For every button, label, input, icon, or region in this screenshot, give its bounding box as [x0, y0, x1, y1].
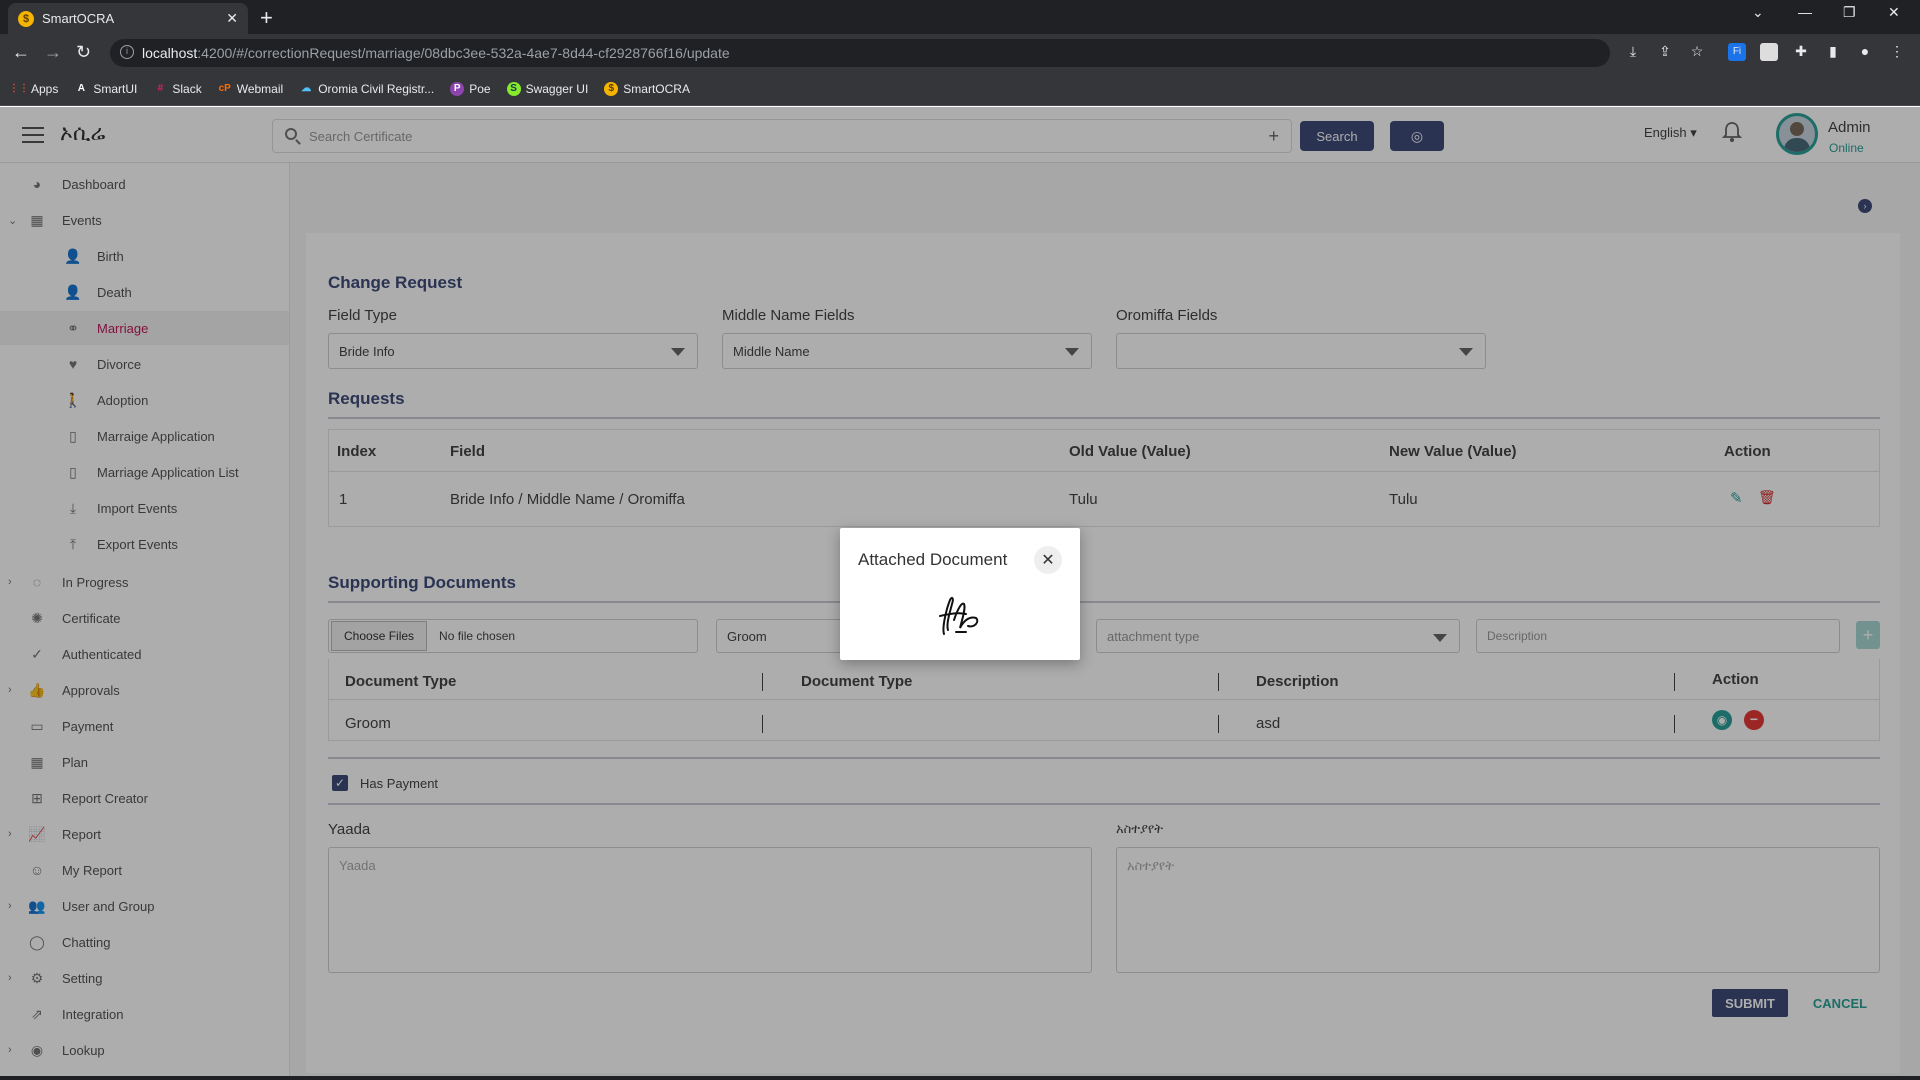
side-panel-icon[interactable]: ▮ [1824, 43, 1842, 61]
site-info-icon[interactable]: i [120, 45, 134, 59]
close-icon[interactable]: ✕ [1034, 546, 1062, 574]
bookmark-oromia[interactable]: ☁ Oromia Civil Registr... [299, 82, 434, 96]
tab-close-icon[interactable]: ✕ [226, 10, 238, 27]
back-icon[interactable]: ← [12, 42, 30, 63]
apps-grid-icon: ⋮⋮ [9, 83, 29, 94]
bottom-edge [0, 1076, 1920, 1080]
tab-search-icon[interactable]: ⌄ [1752, 4, 1764, 21]
forward-icon[interactable]: → [44, 42, 62, 63]
bookmark-webmail[interactable]: cP Webmail [218, 82, 284, 96]
bookmark-slack[interactable]: # Slack [153, 82, 202, 96]
bookmark-smartocra[interactable]: $ SmartOCRA [604, 81, 690, 96]
browser-tab[interactable]: $ SmartOCRA ✕ [8, 3, 248, 34]
smartocra-icon: $ [604, 81, 619, 96]
poe-icon: P [450, 81, 465, 96]
bookmark-apps[interactable]: ⋮⋮ Apps [9, 82, 58, 96]
reload-icon[interactable]: ↻ [76, 42, 91, 63]
attached-document-modal: Attached Document ✕ [840, 528, 1080, 660]
signature-image [939, 596, 979, 635]
restore-icon[interactable]: ❐ [1843, 4, 1856, 21]
star-icon[interactable]: ☆ [1688, 43, 1706, 61]
share-icon[interactable]: ⇪ [1656, 43, 1674, 61]
url-input[interactable]: i localhost:4200/#/correctionRequest/mar… [110, 39, 1610, 67]
new-tab-icon[interactable]: + [260, 5, 273, 31]
url-path: :4200/#/correctionRequest/marriage/08dbc… [197, 45, 730, 61]
install-icon[interactable]: ⤓ [1624, 43, 1642, 61]
profile-icon[interactable]: ● [1856, 43, 1874, 61]
cloud-icon: ☁ [301, 83, 312, 94]
bookmark-swagger[interactable]: S Swagger UI [506, 81, 588, 96]
smartui-icon: A [77, 83, 85, 94]
puzzle-icon[interactable]: ✚ [1792, 43, 1810, 61]
smartocra-favicon-icon: $ [18, 10, 34, 27]
modal-title: Attached Document [858, 550, 1008, 569]
minimize-icon[interactable]: — [1798, 4, 1812, 20]
extension-fi-icon[interactable]: Fi [1728, 43, 1746, 61]
browser-tabstrip: $ SmartOCRA ✕ + ⌄ — ❐ ✕ [0, 0, 1920, 34]
window-close-icon[interactable]: ✕ [1888, 4, 1900, 21]
bookmark-poe[interactable]: P Poe [450, 81, 491, 96]
slack-icon: # [157, 83, 164, 94]
extension-icon[interactable] [1760, 43, 1778, 61]
tab-title: SmartOCRA [42, 11, 115, 26]
bookmarks-bar: ⋮⋮ Apps A SmartUI # Slack cP Webmail ☁ Oromia… [0, 72, 1920, 106]
url-host: localhost [142, 45, 198, 61]
webmail-icon: cP [218, 83, 231, 94]
bookmark-smartui[interactable]: A SmartUI [74, 82, 138, 96]
swagger-icon: S [506, 81, 521, 96]
menu-icon[interactable]: ⋮ [1888, 43, 1906, 61]
address-bar: ← → ↻ i localhost:4200/#/correctionReque… [0, 34, 1920, 72]
